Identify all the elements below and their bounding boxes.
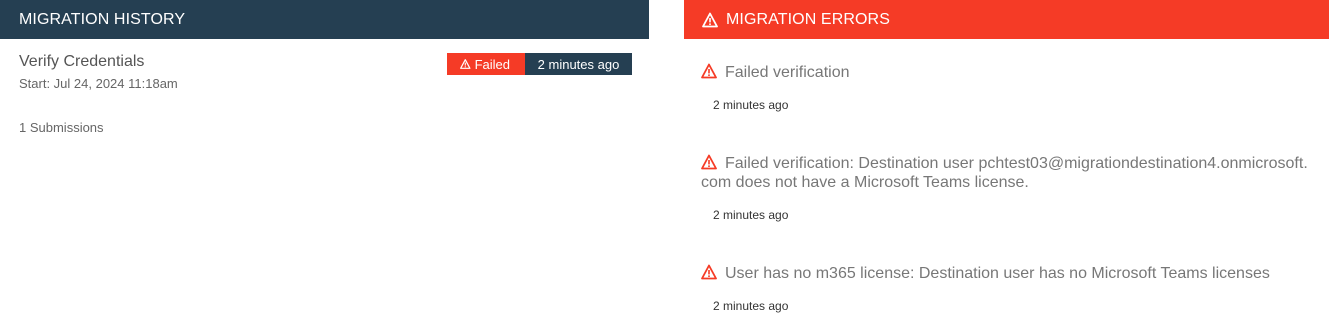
status-badges: Failed 2 minutes ago bbox=[447, 53, 632, 75]
error-message: User has no m365 license: Destination us… bbox=[701, 264, 1313, 283]
error-time: 2 minutes ago bbox=[713, 98, 789, 112]
error-message-text: Failed verification bbox=[725, 64, 850, 81]
warning-icon bbox=[701, 63, 717, 79]
status-badge-failed: Failed bbox=[447, 53, 525, 75]
migration-history-header: MIGRATION HISTORY bbox=[0, 0, 649, 39]
time-badge: 2 minutes ago bbox=[525, 53, 632, 75]
warning-icon bbox=[701, 154, 717, 170]
migration-errors-title: MIGRATION ERRORS bbox=[726, 10, 890, 28]
warning-icon bbox=[460, 59, 471, 69]
migration-history-panel: MIGRATION HISTORY Verify Credentials Sta… bbox=[0, 0, 649, 329]
error-message: Failed verification: Destination user pc… bbox=[701, 154, 1313, 192]
error-item: User has no m365 license: Destination us… bbox=[701, 264, 1313, 313]
warning-icon bbox=[702, 12, 718, 27]
migration-history-title: MIGRATION HISTORY bbox=[19, 10, 186, 28]
migration-errors-header: MIGRATION ERRORS bbox=[684, 0, 1329, 39]
error-message-text: Failed verification: Destination user pc… bbox=[701, 155, 1308, 191]
error-message: Failed verification bbox=[701, 63, 1313, 82]
history-entry-submissions: 1 Submissions bbox=[19, 120, 104, 135]
error-time: 2 minutes ago bbox=[713, 208, 789, 222]
error-item: Failed verification 2 minutes ago bbox=[701, 63, 1313, 112]
error-item: Failed verification: Destination user pc… bbox=[701, 154, 1313, 222]
status-badge-label: Failed bbox=[474, 56, 510, 72]
error-time: 2 minutes ago bbox=[713, 299, 789, 313]
error-message-text: User has no m365 license: Destination us… bbox=[725, 265, 1270, 282]
migration-errors-panel: MIGRATION ERRORS Failed verification 2 m… bbox=[684, 0, 1329, 329]
warning-icon bbox=[701, 264, 717, 280]
history-entry-start: Start: Jul 24, 2024 11:18am bbox=[19, 76, 178, 91]
